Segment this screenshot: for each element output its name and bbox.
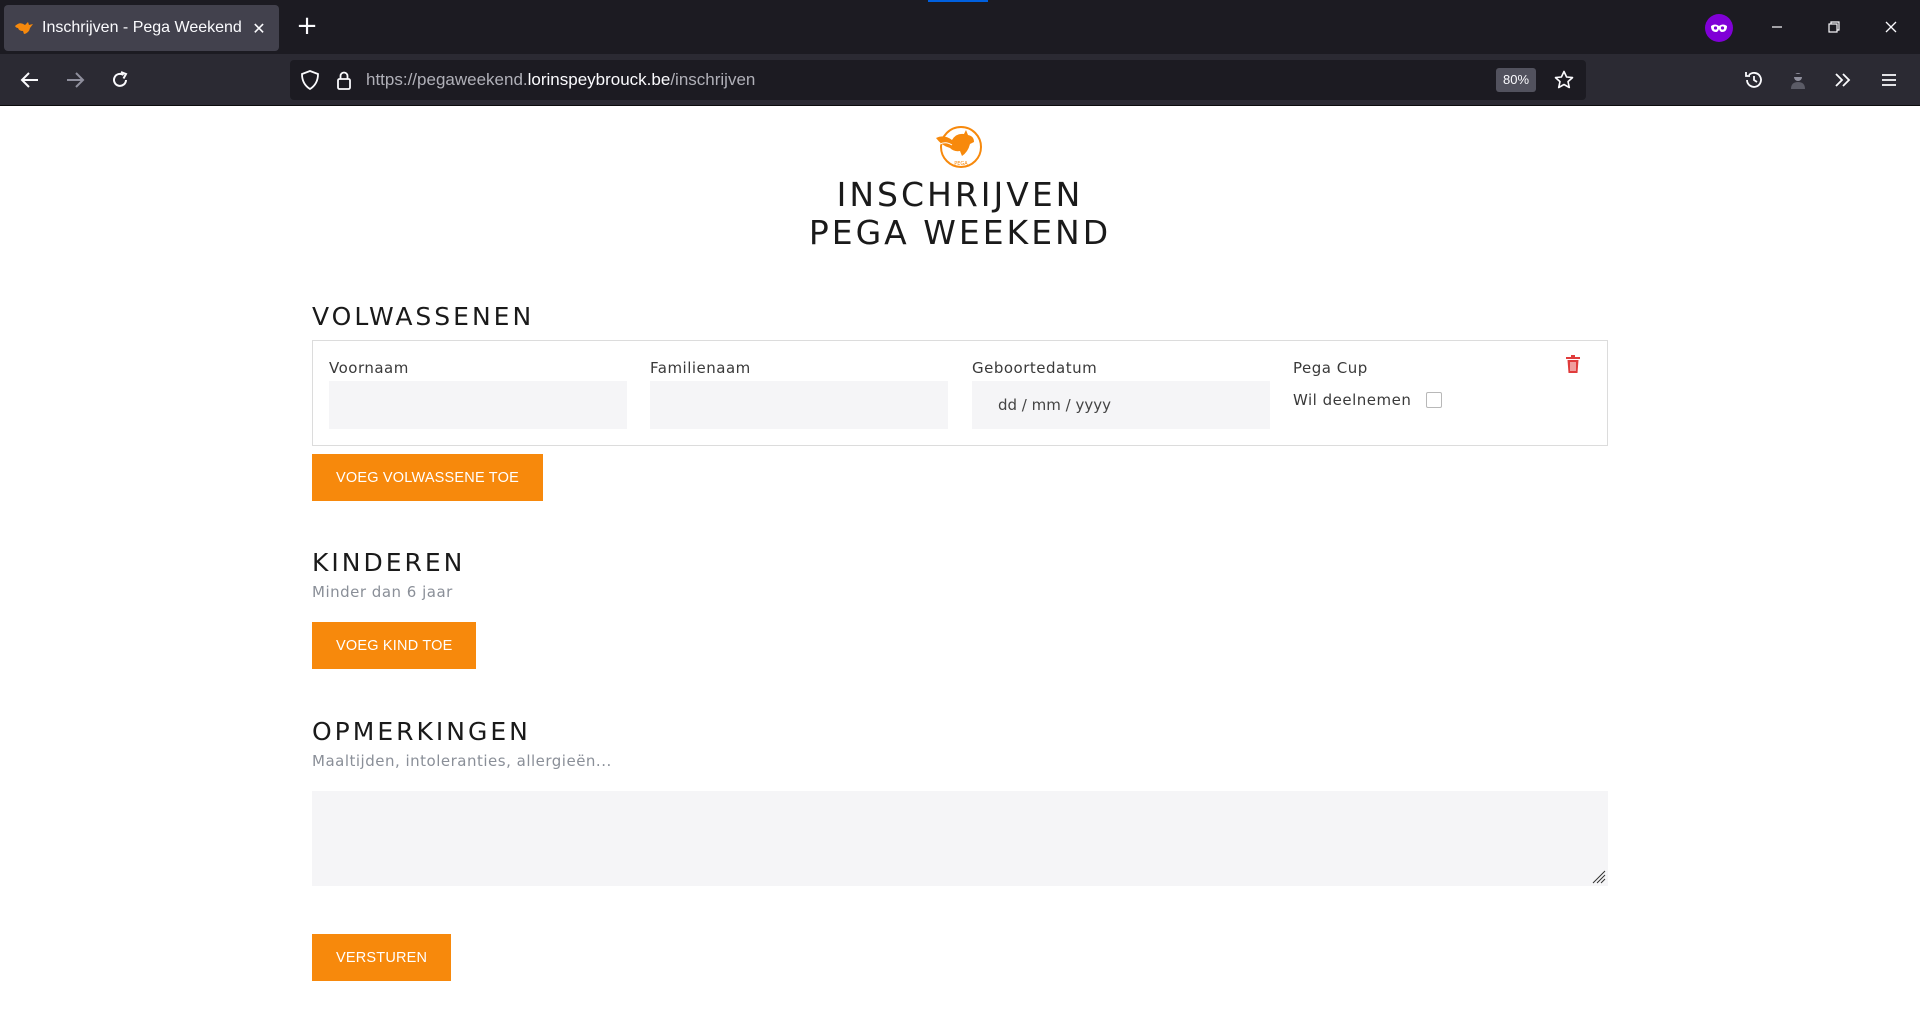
minimize-icon[interactable] bbox=[1754, 10, 1800, 44]
participate-label: Wil deelnemen bbox=[1293, 391, 1412, 409]
tab-close-icon[interactable]: ✕ bbox=[249, 19, 269, 38]
participate-checkbox[interactable] bbox=[1426, 392, 1442, 408]
add-child-button[interactable]: VOEG KIND TOE bbox=[312, 622, 477, 669]
browser-tab-bar: Inschrijven - Pega Weekend ✕ + bbox=[0, 0, 1920, 54]
last-name-input[interactable] bbox=[650, 381, 948, 429]
reload-icon[interactable] bbox=[104, 64, 136, 96]
logo-text: PEGA bbox=[954, 161, 968, 167]
resize-handle-icon[interactable] bbox=[1590, 868, 1606, 884]
pegasus-favicon-icon bbox=[14, 18, 34, 38]
submit-button[interactable]: VERSTUREN bbox=[312, 934, 452, 981]
page-title-line-2: PEGA WEEKEND bbox=[808, 213, 1112, 252]
bookmark-star-icon[interactable] bbox=[1552, 68, 1576, 92]
remarks-section-title: OPMERKINGEN bbox=[312, 717, 531, 746]
back-arrow-icon[interactable] bbox=[14, 64, 46, 96]
overflow-chevrons-icon[interactable] bbox=[1827, 64, 1859, 96]
extension-icon[interactable] bbox=[1782, 64, 1814, 96]
browser-tab[interactable]: Inschrijven - Pega Weekend ✕ bbox=[4, 5, 279, 51]
browser-toolbar: https://pegaweekend.lorinspeybrouck.be/i… bbox=[0, 54, 1920, 106]
pega-logo: PEGA bbox=[930, 124, 990, 172]
new-tab-button[interactable]: + bbox=[293, 13, 321, 41]
lock-icon[interactable] bbox=[332, 68, 356, 92]
birthdate-label: Geboortedatum bbox=[972, 359, 1098, 377]
adults-section-title: VOLWASSENEN bbox=[312, 302, 535, 331]
tracking-protection-shield-icon[interactable] bbox=[298, 68, 322, 92]
children-subtitle: Minder dan 6 jaar bbox=[312, 583, 453, 601]
pega-cup-label: Pega Cup bbox=[1293, 359, 1368, 377]
url-host: lorinspeybrouck.be bbox=[527, 70, 671, 89]
tab-bar-accent bbox=[928, 0, 988, 2]
remarks-textarea[interactable] bbox=[312, 791, 1608, 886]
first-name-input[interactable] bbox=[329, 381, 627, 429]
zoom-level-badge[interactable]: 80% bbox=[1496, 68, 1537, 92]
history-icon[interactable] bbox=[1738, 64, 1770, 96]
restore-icon[interactable] bbox=[1811, 10, 1857, 44]
url-text[interactable]: https://pegaweekend.lorinspeybrouck.be/i… bbox=[366, 70, 755, 90]
url-path: /inschrijven bbox=[670, 70, 756, 89]
adult-entry-card: Voornaam Familienaam Geboortedatum dd / … bbox=[312, 340, 1608, 446]
page-title: INSCHRIJVEN PEGA WEEKEND bbox=[0, 176, 1920, 252]
children-section-title: KINDEREN bbox=[312, 548, 466, 577]
address-bar[interactable]: https://pegaweekend.lorinspeybrouck.be/i… bbox=[290, 60, 1586, 100]
tab-title: Inschrijven - Pega Weekend bbox=[42, 19, 242, 36]
last-name-label: Familienaam bbox=[650, 359, 751, 377]
remarks-subtitle: Maaltijden, intoleranties, allergieën... bbox=[312, 752, 612, 770]
birthdate-input[interactable]: dd / mm / yyyy bbox=[972, 381, 1270, 429]
forward-arrow-icon[interactable] bbox=[59, 64, 91, 96]
url-scheme: https:// bbox=[366, 70, 418, 89]
url-subdomain: pegaweekend. bbox=[417, 70, 528, 89]
delete-trash-icon[interactable] bbox=[1565, 355, 1583, 375]
hamburger-menu-icon[interactable] bbox=[1873, 64, 1905, 96]
page-content: PEGA INSCHRIJVEN PEGA WEEKEND VOLWASSENE… bbox=[0, 106, 1920, 1030]
close-window-icon[interactable] bbox=[1868, 10, 1914, 44]
private-browsing-icon bbox=[1705, 14, 1733, 42]
first-name-label: Voornaam bbox=[329, 359, 409, 377]
page-title-line-1: INSCHRIJVEN bbox=[836, 175, 1084, 214]
add-adult-button[interactable]: VOEG VOLWASSENE TOE bbox=[312, 454, 543, 501]
